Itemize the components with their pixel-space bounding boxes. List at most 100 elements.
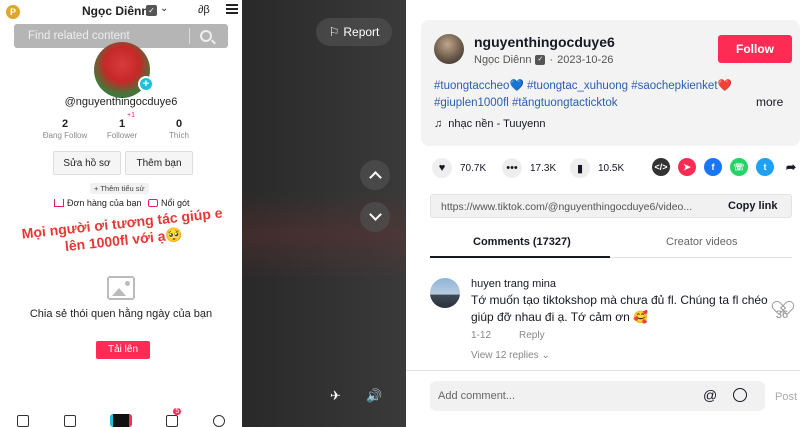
profile-icon	[212, 415, 225, 427]
post-date: 2023-10-26	[557, 54, 614, 66]
volume-icon[interactable]: 🔊	[366, 388, 382, 404]
post-hashtags[interactable]: #tuongtaccheo💙 #tuongtac_xuhuong #saoche…	[434, 78, 734, 112]
highlights-link: Nổi gót	[148, 198, 190, 208]
verified-icon: ✓	[535, 55, 546, 65]
save-count: 10.5K	[598, 162, 625, 174]
search-icon	[200, 30, 212, 42]
emoji-icon[interactable]	[733, 388, 747, 402]
like-count: 70.7K	[460, 162, 487, 174]
orders-link: Đơn hàng của bạn	[54, 198, 141, 208]
author-subline: Ngọc Diênn ✓ · 2023-10-26	[474, 54, 613, 66]
author-display-name: Ngọc Diênn	[474, 54, 532, 66]
chevron-down-icon: ⌄	[541, 350, 550, 361]
commenter-avatar[interactable]	[430, 278, 460, 308]
whatsapp-icon[interactable]: ☏	[730, 158, 748, 176]
camera-icon	[148, 199, 158, 207]
report-button[interactable]: ⚐ Report	[316, 18, 392, 46]
comment-tabs: Comments (17327) Creator videos	[430, 226, 792, 258]
divider	[189, 28, 190, 44]
chevron-down-icon	[368, 208, 382, 221]
video-overlay-caption: Mọi người ơi tương tác giúp e lên 1000fl…	[20, 204, 224, 255]
orders-label: Đơn hàng của bạn	[67, 198, 142, 208]
cart-icon	[54, 199, 64, 207]
save-button[interactable]: ▮ 10.5K	[570, 158, 624, 178]
post-info-card: nguyenthingocduye6 Ngọc Diênn ✓ · 2023-1…	[421, 20, 800, 146]
view-replies-button[interactable]: View 12 replies ⌄	[471, 350, 550, 361]
shop-icon	[63, 415, 76, 427]
author-avatar[interactable]	[434, 34, 464, 64]
copy-link-box: https://www.tiktok.com/@nguyenthingocduy…	[430, 194, 792, 218]
twitter-icon[interactable]: t	[756, 158, 774, 176]
stat-following: 2 Đang Follow	[35, 118, 95, 140]
phone-control-icon: ∂β	[198, 4, 210, 16]
empty-state-title: Chia sẻ thói quen hằng ngày của bạn	[29, 308, 213, 320]
chevron-down-icon: ⌄	[160, 3, 169, 14]
stat-badge: +1	[127, 112, 135, 119]
more-button[interactable]: more	[756, 95, 783, 109]
coin-icon: P	[6, 5, 20, 19]
music-note-icon: ♫	[434, 118, 443, 130]
comment-text: Tớ muốn tạo tiktokshop mà chưa đủ fl. Ch…	[471, 293, 768, 324]
heart-outline-icon	[775, 295, 789, 307]
embed-icon[interactable]: </>	[652, 158, 670, 176]
active-tab-indicator	[430, 256, 610, 258]
video-player[interactable]: P Ngọc Diênn ✓ ⌄ ∂β Find related content…	[0, 0, 406, 427]
add-avatar-icon: +	[138, 76, 154, 92]
separator: ·	[549, 54, 554, 66]
app-window: P Ngọc Diênn ✓ ⌄ ∂β Find related content…	[0, 0, 800, 427]
edit-profile-button: Sửa hồ sơ	[53, 151, 121, 175]
heart-icon: ♥	[432, 158, 452, 178]
next-video-button[interactable]	[360, 202, 390, 232]
notification-badge: 5	[173, 408, 182, 415]
highlights-label: Nổi gót	[161, 198, 190, 208]
follow-button[interactable]: Follow	[718, 35, 792, 63]
home-icon	[17, 415, 30, 427]
stat-value: 1	[118, 118, 126, 130]
comment-input[interactable]: Add comment... @	[430, 381, 765, 411]
comment-icon: •••	[502, 158, 522, 178]
copy-link-button[interactable]: Copy link	[728, 200, 778, 212]
like-button[interactable]: ♥ 70.7K	[432, 158, 486, 178]
phone-menu-icon	[226, 4, 238, 14]
tab-comments[interactable]: Comments (17327)	[473, 236, 571, 248]
comment-date: 1-12	[471, 330, 492, 341]
pip-icon[interactable]: ✈	[330, 388, 341, 404]
comment-input-placeholder: Add comment...	[438, 390, 516, 402]
upload-button: Tải lên	[96, 341, 150, 359]
music-link[interactable]: ♫ nhạc nền - Tuuyenn	[434, 118, 546, 130]
send-icon[interactable]: ➤	[678, 158, 696, 176]
action-bar: ♥ 70.7K ••• 17.3K ▮ 10.5K </> ➤ f ☏ t ➦	[432, 158, 800, 178]
tab-creator-videos[interactable]: Creator videos	[666, 236, 738, 248]
music-title: nhạc nền - Tuuyenn	[448, 118, 546, 130]
reply-button[interactable]: Reply	[519, 330, 545, 341]
view-replies-label: View 12 replies	[471, 350, 539, 361]
comment-count: 17.3K	[530, 162, 557, 174]
chevron-up-icon	[368, 171, 382, 184]
inbox-icon: 5	[166, 408, 182, 427]
previous-video-button[interactable]	[360, 160, 390, 190]
create-icon	[109, 414, 132, 427]
bookmark-icon: ▮	[570, 158, 590, 178]
stat-value: 0	[175, 118, 183, 130]
stat-likes: 0 Thích	[149, 118, 209, 140]
report-label: Report	[343, 25, 380, 39]
commenter-name[interactable]: huyen trang mina	[471, 278, 556, 290]
author-username[interactable]: nguyenthingocduye6	[474, 34, 615, 50]
post-comment-button[interactable]: Post	[775, 391, 797, 403]
video-detail-panel: nguyenthingocduye6 Ngọc Diênn ✓ · 2023-1…	[406, 0, 800, 427]
video-link[interactable]: https://www.tiktok.com/@nguyenthingocduy…	[441, 201, 711, 213]
video-frame-profile-screenshot: P Ngọc Diênn ✓ ⌄ ∂β Find related content…	[0, 0, 242, 427]
stat-value: 2	[61, 118, 69, 130]
comment-button[interactable]: ••• 17.3K	[502, 158, 556, 178]
phone-display-name: Ngọc Diênn	[82, 4, 149, 18]
share-arrow-icon[interactable]: ➦	[782, 158, 800, 176]
image-icon	[107, 276, 135, 300]
phone-search-placeholder: Find related content	[28, 30, 130, 42]
comment-composer: Add comment... @ Post	[406, 370, 800, 427]
mention-icon[interactable]: @	[703, 387, 717, 403]
facebook-icon[interactable]: f	[704, 158, 722, 176]
comment-meta: 1-12 Reply	[471, 330, 545, 341]
comment-like-button[interactable]: 36	[775, 295, 789, 321]
add-bio-label: + Thêm tiểu sử	[90, 183, 149, 194]
stat-label: Follower	[106, 131, 138, 140]
